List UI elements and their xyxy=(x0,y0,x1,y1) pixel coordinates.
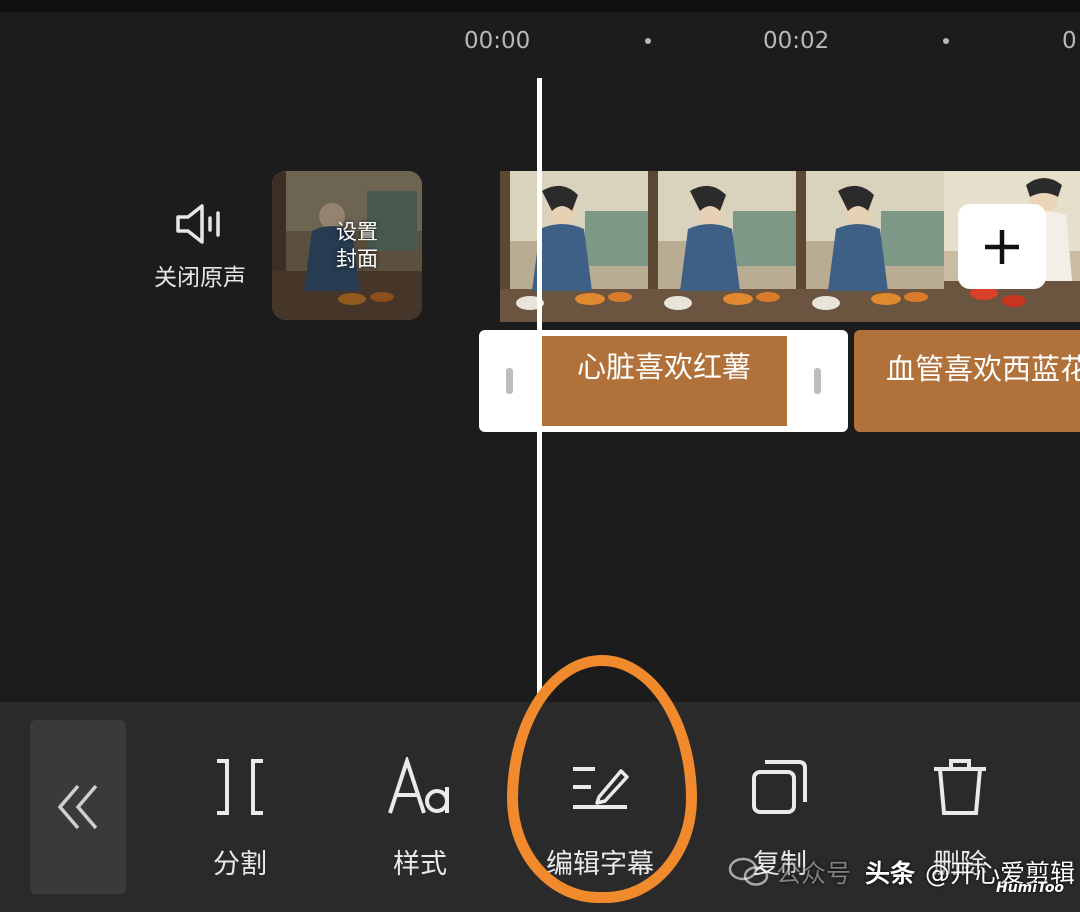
edit-caption-button[interactable]: 编辑字幕 xyxy=(530,752,670,881)
speaker-icon xyxy=(176,204,220,244)
cover-label: 设置 封面 xyxy=(272,219,422,273)
edit-caption-label: 编辑字幕 xyxy=(546,849,654,880)
mute-label: 关闭原声 xyxy=(154,265,246,291)
caption-clip[interactable]: 血管喜欢西蓝花 xyxy=(854,330,1080,432)
caption-clip-text: 心脏喜欢红薯 xyxy=(576,350,751,384)
ruler-time-0: 00:00 xyxy=(464,28,531,54)
set-cover-button[interactable]: 设置 封面 xyxy=(272,171,422,320)
video-frame xyxy=(796,171,944,322)
style-label: 样式 xyxy=(393,849,447,880)
video-frame xyxy=(648,171,796,322)
split-button[interactable]: 分割 xyxy=(170,752,310,881)
text-style-icon xyxy=(388,757,449,814)
mute-original-audio-button[interactable]: 关闭原声 xyxy=(145,200,255,292)
caption-clip-selected[interactable]: 心脏喜欢红薯 xyxy=(479,330,848,432)
ruler-time-4: 0 xyxy=(1062,28,1077,54)
cover-label-line-1: 设置 xyxy=(336,220,378,244)
watermark-faded-text: 公众号 xyxy=(776,859,852,888)
plus-icon xyxy=(985,229,1019,264)
ruler-dot xyxy=(645,38,651,44)
watermark-platform: 头条 xyxy=(865,859,916,888)
collapse-button[interactable] xyxy=(30,720,126,894)
double-chevron-left-icon xyxy=(57,784,98,830)
trim-handle-left[interactable] xyxy=(506,368,513,394)
watermark-logo: HumiToo xyxy=(996,880,1065,896)
video-frame xyxy=(500,171,648,322)
trash-icon xyxy=(934,759,986,815)
ruler-time-2: 00:02 xyxy=(763,28,830,54)
trim-handle-right[interactable] xyxy=(814,368,821,394)
ruler-dot xyxy=(943,38,949,44)
cover-label-line-2: 封面 xyxy=(336,247,378,271)
caption-clip-text: 血管喜欢西蓝花 xyxy=(886,352,1080,386)
style-button[interactable]: 样式 xyxy=(350,752,490,881)
copy-icon xyxy=(752,760,807,814)
top-bar xyxy=(0,0,1080,12)
split-label: 分割 xyxy=(213,849,267,880)
split-icon xyxy=(217,759,263,815)
edit-text-icon xyxy=(573,767,629,809)
wechat-icon xyxy=(728,857,769,886)
playhead[interactable] xyxy=(537,78,542,718)
add-clip-button[interactable] xyxy=(958,204,1046,289)
